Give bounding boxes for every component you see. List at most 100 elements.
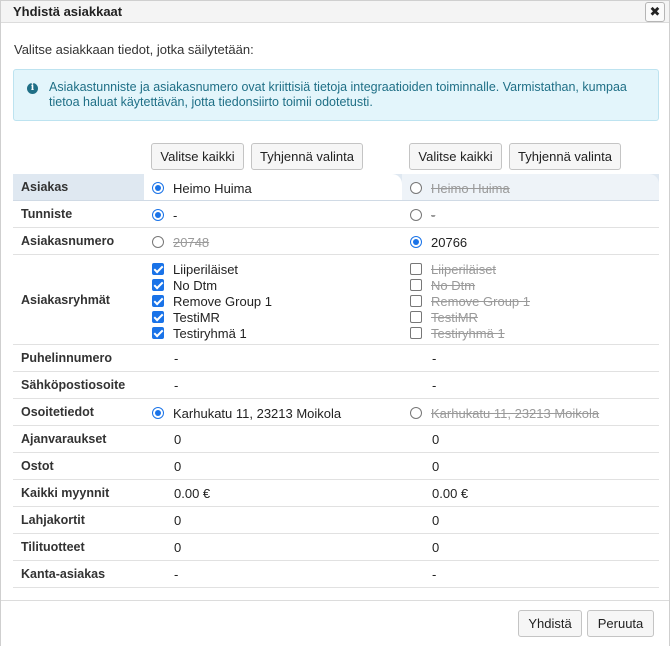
row-label: Puhelinnumero <box>21 351 112 365</box>
row-kanta-asiakas: Kanta-asiakas - - <box>13 561 659 588</box>
group-checkbox-a[interactable]: TestiMR <box>152 309 272 325</box>
row-label: Asiakas <box>21 180 69 194</box>
clear-selection-b-button[interactable]: Tyhjennä valinta <box>509 143 621 170</box>
column-a: Karhukatu 11, 23213 Moikola <box>144 399 402 425</box>
column-b: - <box>402 561 659 587</box>
checkbox-checked-icon[interactable] <box>152 279 164 291</box>
merge-button[interactable]: Yhdistä <box>518 610 582 637</box>
value-a: 0 <box>174 459 182 474</box>
row-label: Ajanvaraukset <box>21 432 107 446</box>
cancel-button[interactable]: Peruuta <box>587 610 654 637</box>
column-b: 20766 <box>402 228 659 254</box>
column-a: 0.00 € <box>144 480 402 506</box>
radio-unselected-icon[interactable] <box>410 407 422 419</box>
column-b: - <box>402 201 659 227</box>
column-a: - <box>144 345 402 371</box>
dialog-titlebar: Yhdistä asiakkaat ✖ <box>1 1 669 23</box>
checkbox-unchecked-icon[interactable] <box>410 311 422 323</box>
select-all-b-button[interactable]: Valitse kaikki <box>409 143 502 170</box>
group-list-a: Liiperiläiset No Dtm Remove Group 1 Test… <box>152 261 272 341</box>
group-checkbox-a[interactable]: Testiryhmä 1 <box>152 325 272 341</box>
radio-unselected-icon[interactable] <box>410 209 422 221</box>
intro-text: Valitse asiakkaan tiedot, jotka säilytet… <box>14 42 254 57</box>
option-value: 20766 <box>431 234 468 250</box>
dialog-footer: Yhdistä Peruuta <box>1 600 669 646</box>
row-label: Lahjakortit <box>21 513 85 527</box>
column-b: - <box>402 345 659 371</box>
option-value: Karhukatu 11, 23213 Moikola <box>431 405 600 421</box>
value-b: 0 <box>432 513 440 528</box>
checkbox-unchecked-icon[interactable] <box>410 279 422 291</box>
group-name: TestiMR <box>173 309 220 325</box>
select-all-a-button[interactable]: Valitse kaikki <box>151 143 244 170</box>
option-a[interactable]: Heimo Huima <box>152 180 252 196</box>
column-a: 0 <box>144 534 402 560</box>
value-a: - <box>174 351 179 366</box>
option-b[interactable]: 20766 <box>410 234 468 250</box>
radio-selected-icon[interactable] <box>152 407 164 419</box>
column-a: - <box>144 372 402 398</box>
column-a: 0 <box>144 453 402 479</box>
row-lahjakortit: Lahjakortit 0 0 <box>13 507 659 534</box>
clear-selection-a-button[interactable]: Tyhjennä valinta <box>251 143 363 170</box>
value-b: 0 <box>432 432 440 447</box>
value-a: 0.00 € <box>174 486 211 501</box>
group-name: Remove Group 1 <box>173 293 272 309</box>
group-checkbox-b[interactable]: Remove Group 1 <box>410 293 530 309</box>
checkbox-checked-icon[interactable] <box>152 263 164 275</box>
checkbox-checked-icon[interactable] <box>152 295 164 307</box>
close-icon: ✖ <box>649 4 661 19</box>
close-button[interactable]: ✖ <box>645 2 665 22</box>
option-value: - <box>431 207 436 223</box>
row-label: Asiakasryhmät <box>21 293 110 307</box>
row-label: Asiakasnumero <box>21 234 115 248</box>
checkbox-checked-icon[interactable] <box>152 311 164 323</box>
checkbox-checked-icon[interactable] <box>152 327 164 339</box>
option-value: Karhukatu 11, 23213 Moikola <box>173 405 342 421</box>
group-name: Liiperiläiset <box>173 261 239 277</box>
group-checkbox-b[interactable]: Testiryhmä 1 <box>410 325 530 341</box>
option-b[interactable]: Heimo Huima <box>410 180 510 196</box>
group-checkbox-a[interactable]: Liiperiläiset <box>152 261 272 277</box>
row-label: Osoitetiedot <box>21 405 94 419</box>
column-a: Liiperiläiset No Dtm Remove Group 1 Test… <box>144 255 402 344</box>
option-a[interactable]: Karhukatu 11, 23213 Moikola <box>152 405 342 421</box>
group-checkbox-a[interactable]: Remove Group 1 <box>152 293 272 309</box>
info-notice: i Asiakastunniste ja asiakasnumero ovat … <box>13 69 659 121</box>
value-a: 0 <box>174 432 182 447</box>
checkbox-unchecked-icon[interactable] <box>410 327 422 339</box>
checkbox-unchecked-icon[interactable] <box>410 263 422 275</box>
value-b: - <box>432 351 437 366</box>
column-b: 0 <box>402 426 659 452</box>
option-b[interactable]: Karhukatu 11, 23213 Moikola <box>410 405 600 421</box>
value-a: 0 <box>174 513 182 528</box>
value-b: - <box>432 378 437 393</box>
row-ajanvaraukset: Ajanvaraukset 0 0 <box>13 426 659 453</box>
group-name: Remove Group 1 <box>431 293 530 309</box>
option-a[interactable]: 20748 <box>152 235 209 250</box>
radio-selected-icon[interactable] <box>152 182 164 194</box>
group-checkbox-b[interactable]: Liiperiläiset <box>410 261 530 277</box>
row-osoitetiedot: Osoitetiedot Karhukatu 11, 23213 Moikola… <box>13 399 659 426</box>
radio-unselected-icon[interactable] <box>410 182 422 194</box>
row-tunniste: Tunniste - - <box>13 201 659 228</box>
radio-selected-icon[interactable] <box>152 209 164 221</box>
checkbox-unchecked-icon[interactable] <box>410 295 422 307</box>
option-a[interactable]: - <box>152 208 177 223</box>
group-name: No Dtm <box>431 277 476 293</box>
group-name: Testiryhmä 1 <box>431 325 505 341</box>
group-checkbox-b[interactable]: No Dtm <box>410 277 530 293</box>
radio-selected-icon[interactable] <box>410 236 422 248</box>
row-asiakasryhmat: Asiakasryhmät Liiperiläiset No Dtm Remov… <box>13 255 659 345</box>
row-label: Kanta-asiakas <box>21 567 106 581</box>
group-checkbox-b[interactable]: TestiMR <box>410 309 530 325</box>
column-a: Heimo Huima <box>144 174 402 200</box>
option-value: Heimo Huima <box>431 180 510 196</box>
value-a: 0 <box>174 540 182 555</box>
merge-grid: Asiakas Heimo Huima Heimo Huima Tunniste <box>13 174 659 588</box>
row-label: Tunniste <box>21 207 73 221</box>
radio-unselected-icon[interactable] <box>152 236 164 248</box>
option-value: Heimo Huima <box>173 180 252 196</box>
group-checkbox-a[interactable]: No Dtm <box>152 277 272 293</box>
option-b[interactable]: - <box>410 207 436 223</box>
